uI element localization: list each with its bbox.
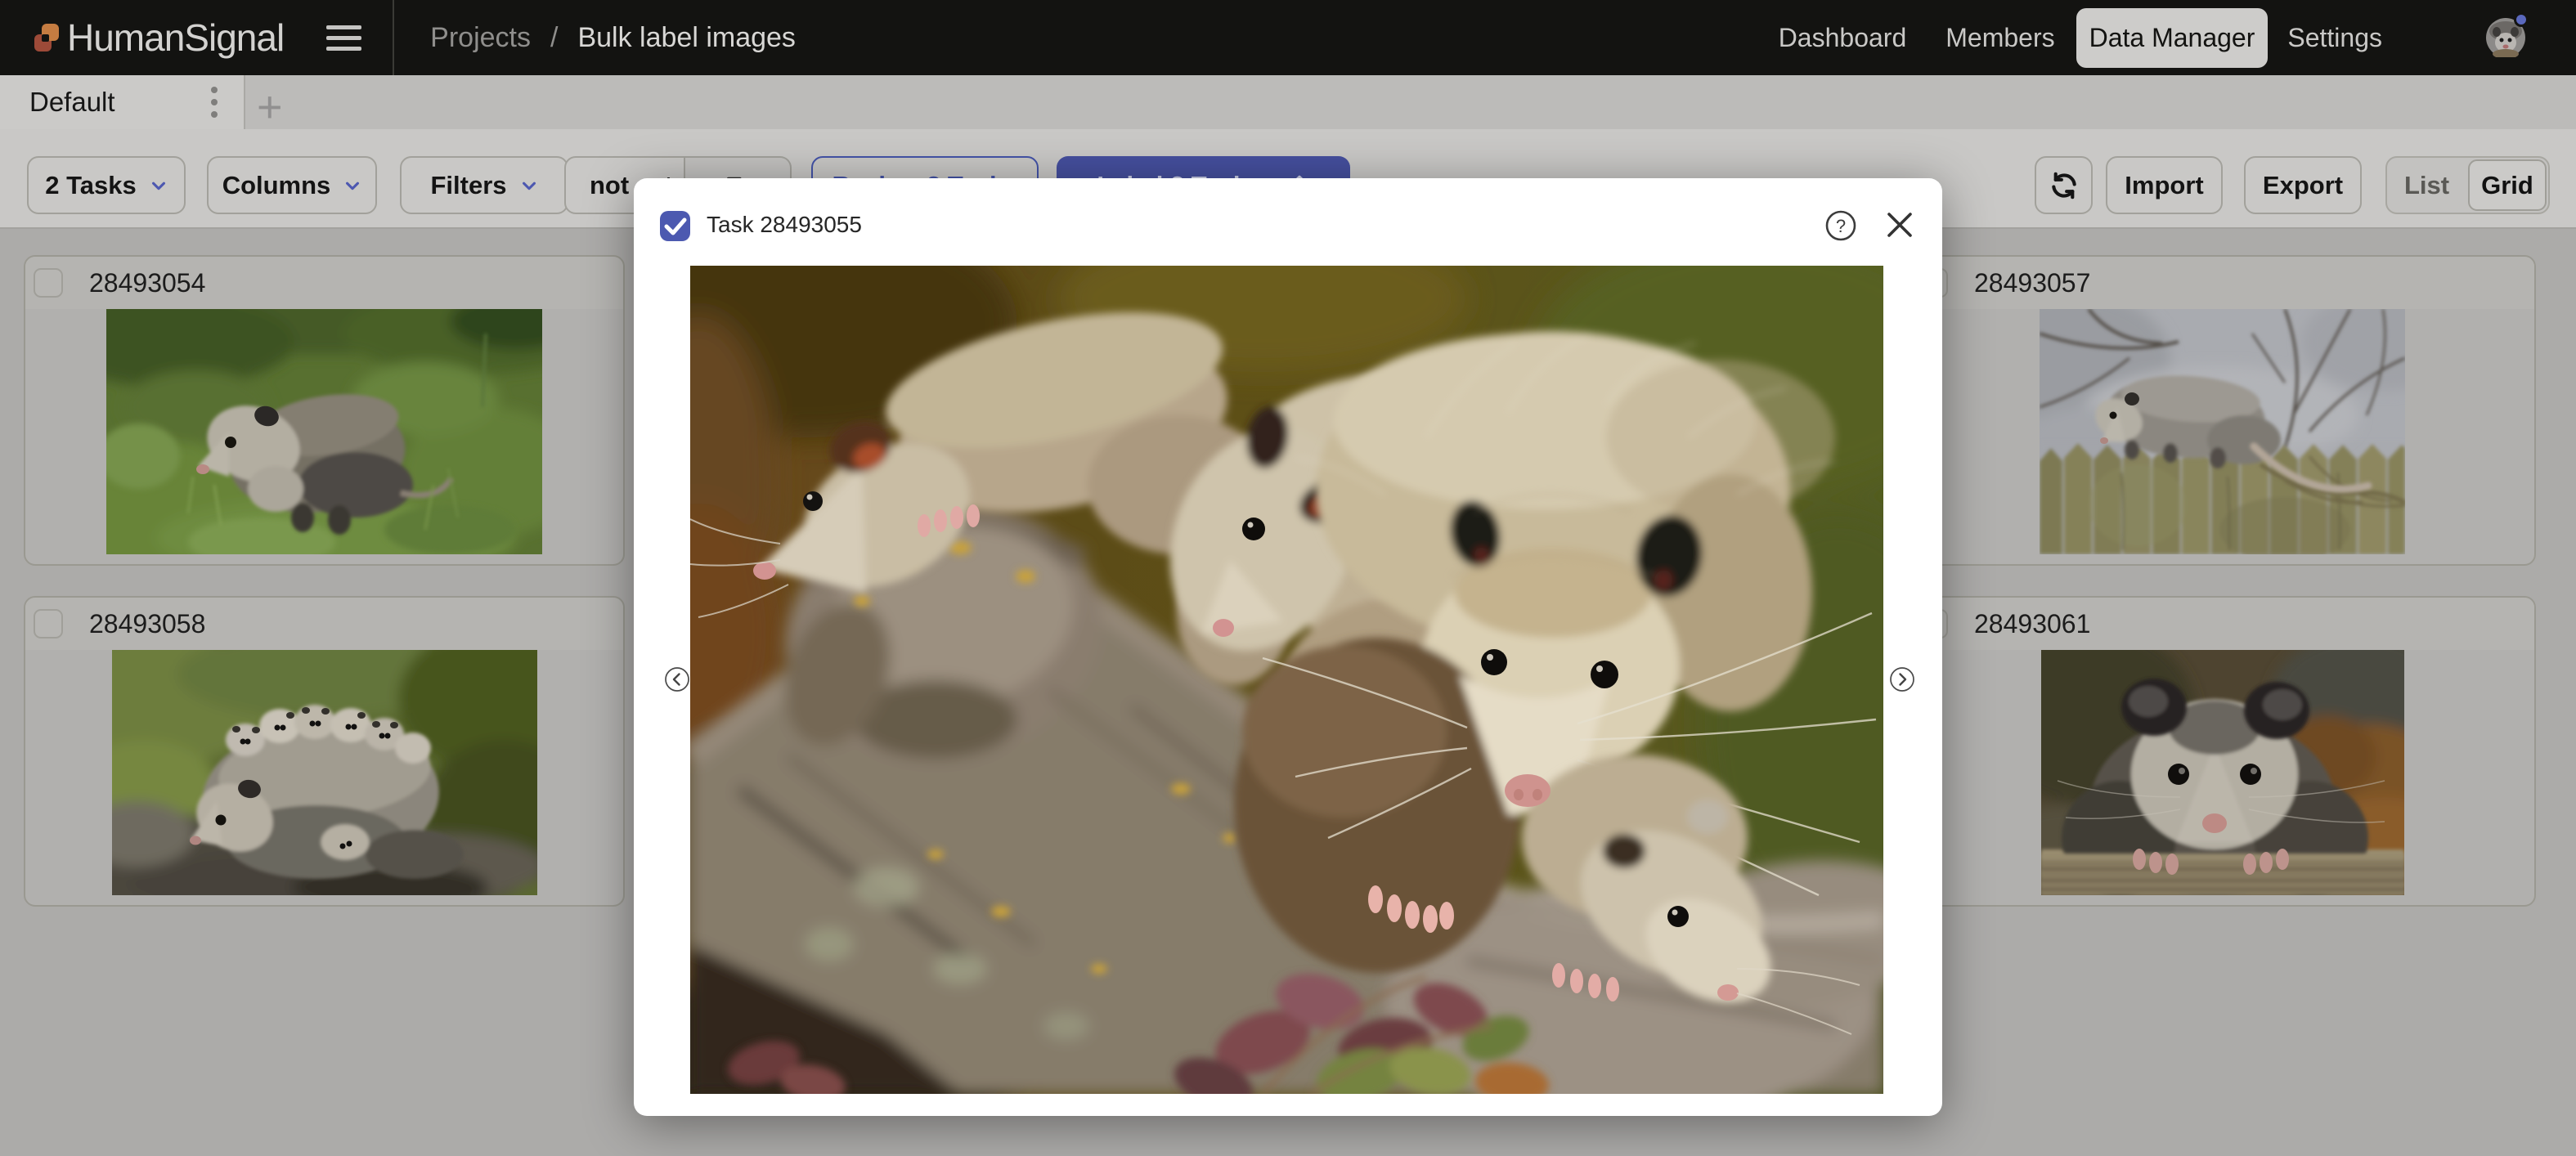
svg-text:?: ? bbox=[1836, 216, 1846, 236]
